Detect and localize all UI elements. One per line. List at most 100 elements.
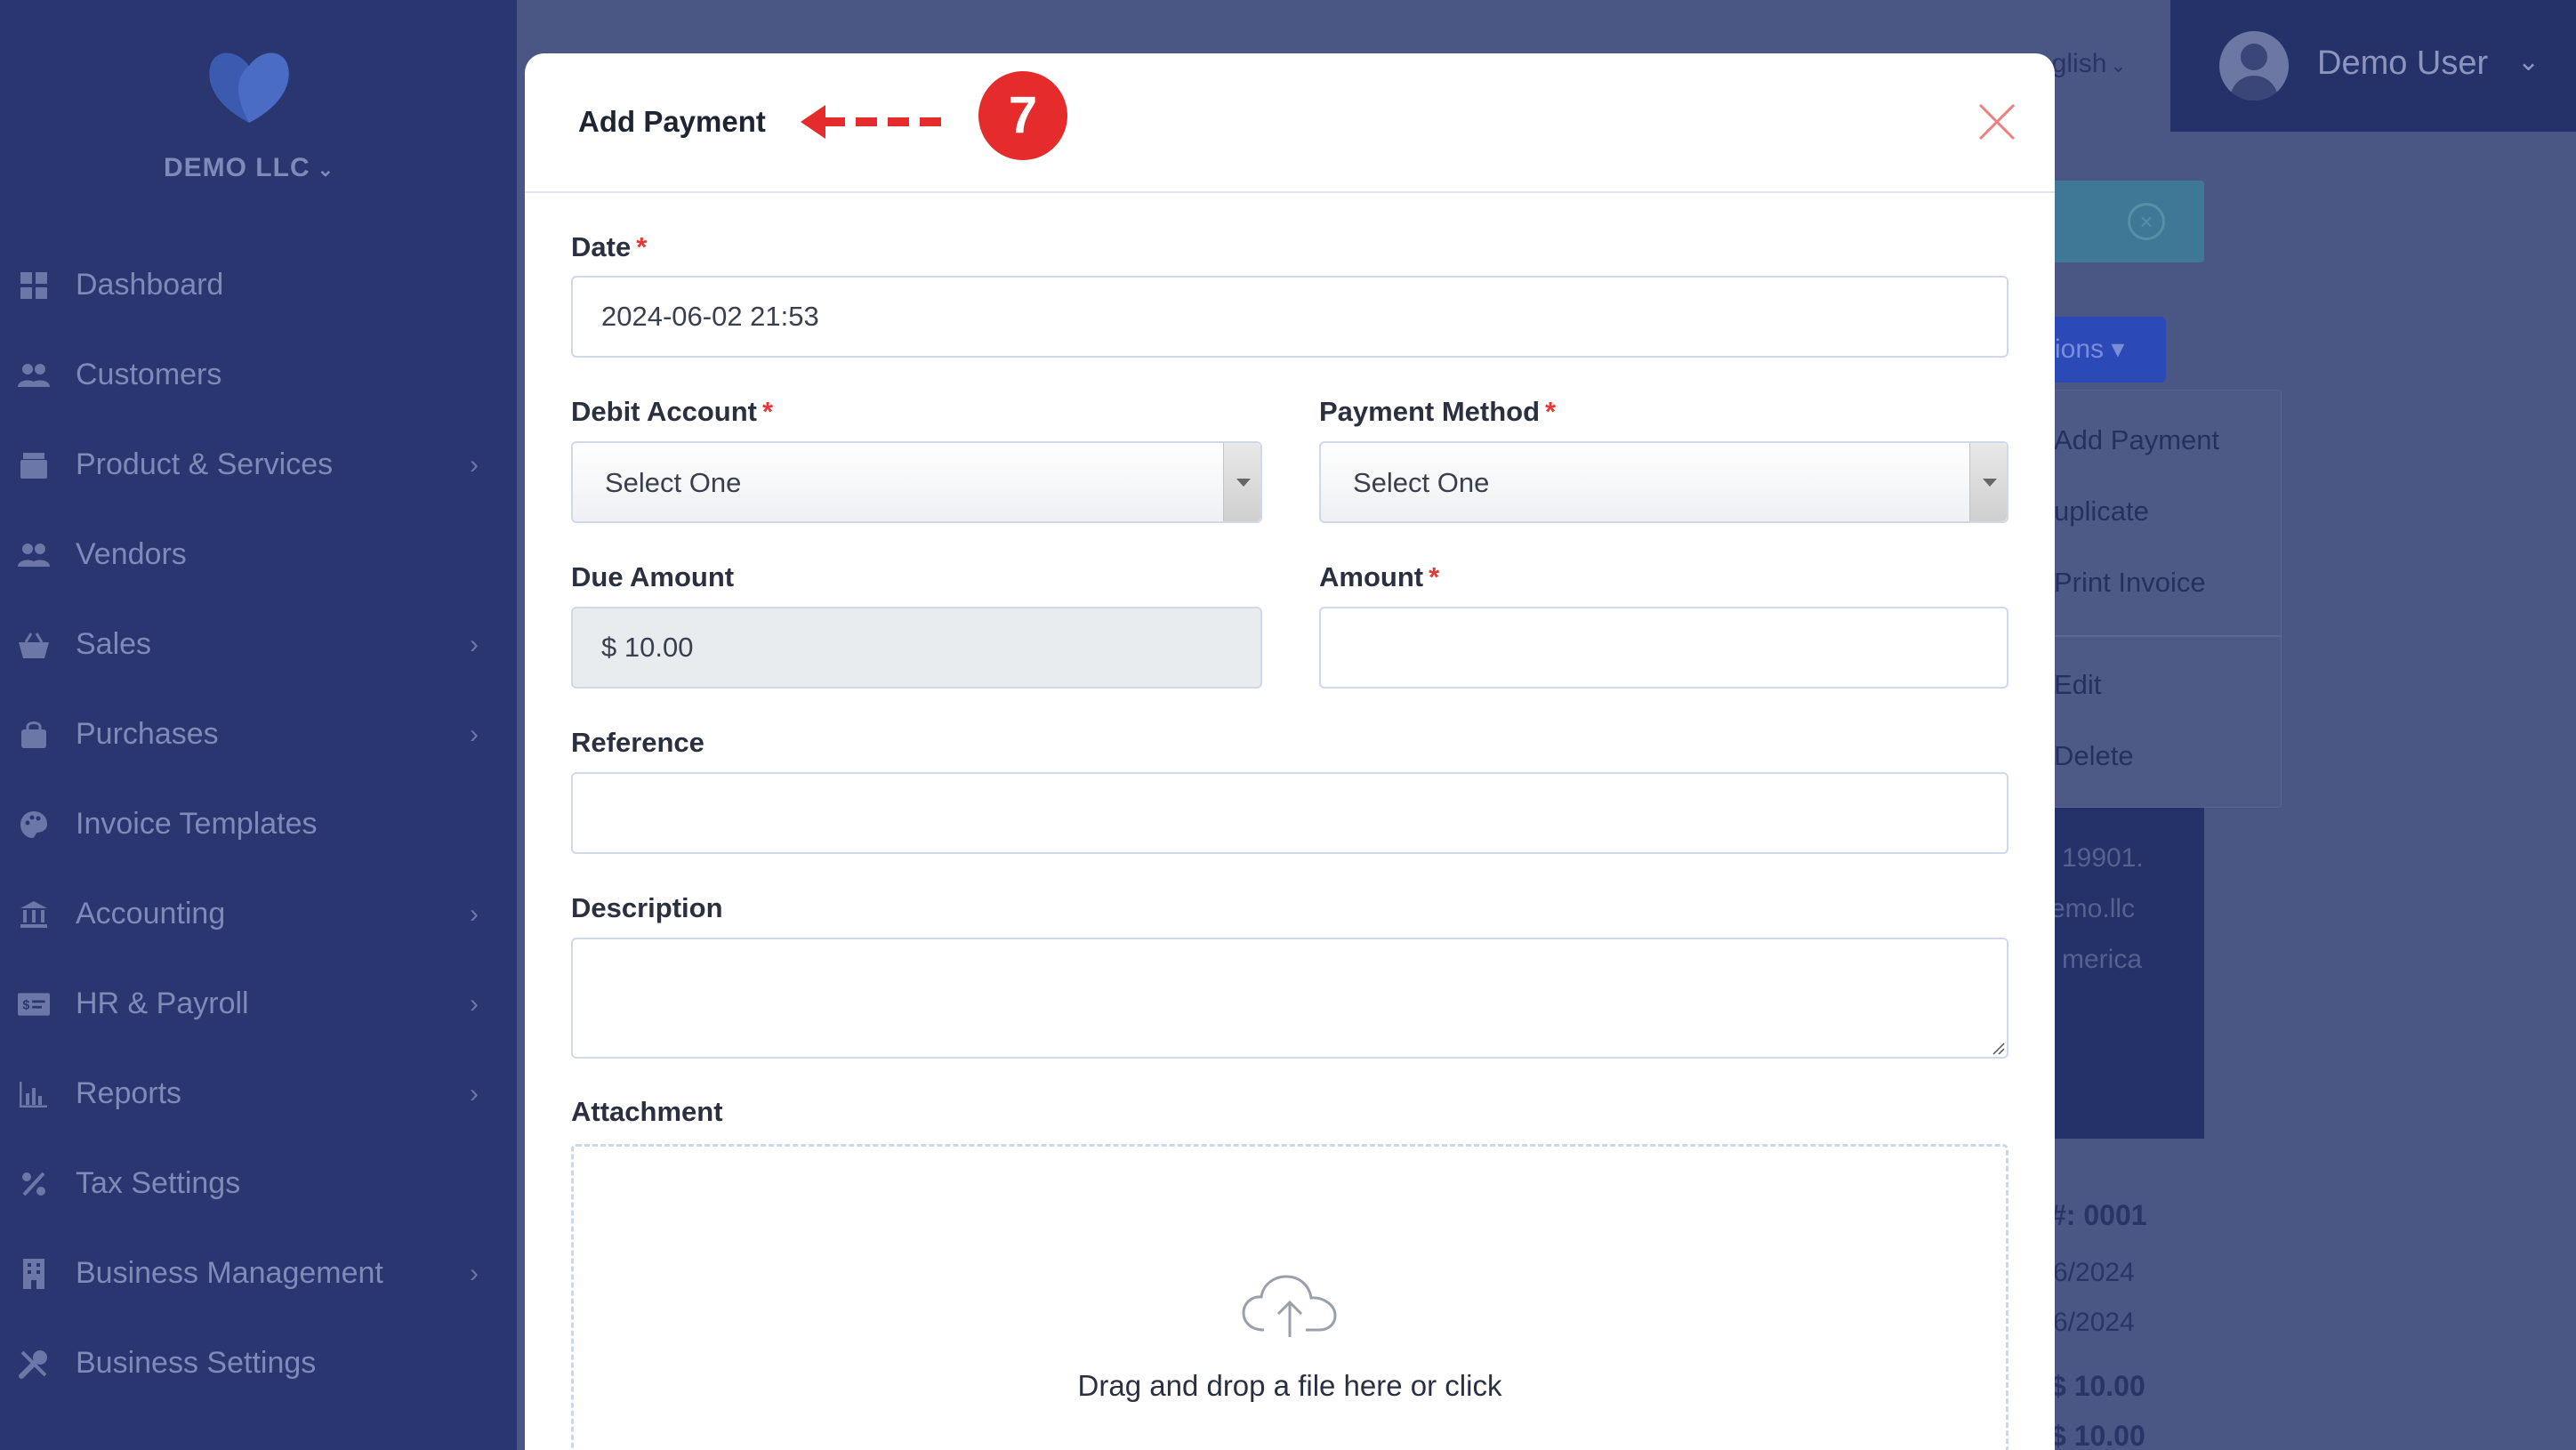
step-badge: 7 [978, 71, 1067, 160]
svg-text:$: $ [22, 998, 29, 1012]
modal-header: Add Payment 7 [525, 53, 2055, 193]
menu-item-add-payment[interactable]: Add Payment [2054, 424, 2219, 456]
attachment-label: Attachment [571, 1096, 723, 1127]
dropdown-arrow-icon[interactable] [1969, 443, 2007, 521]
palette-icon [18, 809, 50, 841]
chevron-right-icon: › [470, 988, 479, 1019]
sidebar-item-accounting[interactable]: Accounting › [0, 869, 517, 959]
sidebar: DEMO LLC ⌄ Dashboard Customers Product & … [0, 0, 517, 1450]
invoice-due-date: 6/2024 [2053, 1308, 2135, 1337]
actions-label: ions [2055, 334, 2105, 364]
building-icon [18, 1258, 50, 1290]
payment-method-value: Select One [1353, 467, 1490, 498]
chevron-right-icon: › [470, 719, 479, 749]
sidebar-item-business-management[interactable]: Business Management › [0, 1228, 517, 1318]
sidebar-item-reports[interactable]: Reports › [0, 1049, 517, 1139]
chevron-right-icon: › [470, 898, 479, 929]
sidebar-item-label: Vendors [76, 537, 187, 571]
sidebar-item-product-services[interactable]: Product & Services › [0, 420, 517, 510]
cloud-upload-icon [1242, 1275, 1337, 1337]
company-name: DEMO LLC [163, 153, 310, 182]
sidebar-item-label: Sales [76, 627, 152, 661]
sidebar-item-invoice-templates[interactable]: Invoice Templates [0, 779, 517, 869]
modal-title: Add Payment [578, 105, 766, 138]
sidebar-item-label: Tax Settings [76, 1166, 241, 1200]
sidebar-item-tax-settings[interactable]: Tax Settings [0, 1139, 517, 1228]
chevron-down-icon: ⌄ [2110, 54, 2127, 77]
resize-handle-icon[interactable] [1989, 1039, 2005, 1055]
sidebar-item-purchases[interactable]: Purchases › [0, 689, 517, 779]
sidebar-item-label: Business Management [76, 1256, 383, 1290]
chevron-right-icon: › [470, 1258, 479, 1288]
date-label: Date * [571, 231, 648, 262]
chevron-right-icon: › [470, 1078, 479, 1108]
debit-account-select[interactable]: Select One [571, 441, 1262, 523]
bag-icon [18, 719, 50, 751]
invoice-number: #: 0001 [2050, 1199, 2147, 1231]
chevron-down-icon[interactable]: ⌄ [2517, 46, 2540, 77]
payment-method-label: Payment Method * [1319, 396, 1557, 427]
amount-label: Amount * [1319, 561, 1440, 592]
money-icon: $ [18, 988, 50, 1020]
chevron-down-icon: ⌄ [317, 158, 335, 181]
close-circle-icon[interactable]: × [2128, 203, 2165, 240]
debit-account-label: Debit Account * [571, 396, 774, 427]
menu-item-delete[interactable]: Delete [2054, 740, 2134, 772]
user-name[interactable]: Demo User [2317, 44, 2488, 83]
debit-account-value: Select One [605, 467, 742, 498]
amount-field[interactable] [1319, 607, 2008, 689]
sidebar-item-label: Purchases [76, 717, 219, 751]
sidebar-item-label: Customers [76, 358, 222, 391]
tools-icon [18, 1348, 50, 1380]
reference-field[interactable] [571, 772, 2008, 854]
sidebar-item-dashboard[interactable]: Dashboard [0, 240, 517, 330]
menu-item-print-invoice[interactable]: Print Invoice [2054, 567, 2206, 599]
sidebar-item-label: Reports [76, 1076, 182, 1110]
menu-divider [2038, 635, 2281, 637]
chevron-right-icon: › [470, 629, 479, 659]
avatar[interactable] [2219, 31, 2289, 101]
company-switcher[interactable]: DEMO LLC ⌄ [0, 153, 498, 183]
users-icon [18, 539, 50, 571]
bank-icon [18, 898, 50, 930]
add-payment-modal: Add Payment 7 Date* Debit Account* Selec… [525, 53, 2055, 1450]
sidebar-item-label: Dashboard [76, 268, 224, 302]
address-line: 19901. [2062, 843, 2144, 873]
sidebar-item-customers[interactable]: Customers [0, 330, 517, 420]
menu-item-edit[interactable]: Edit [2054, 669, 2101, 701]
caret-down-icon: ▾ [2111, 334, 2125, 364]
sidebar-item-vendors[interactable]: Vendors [0, 510, 517, 600]
box-icon [18, 449, 50, 481]
payment-method-select[interactable]: Select One [1319, 441, 2008, 523]
sidebar-item-sales[interactable]: Sales › [0, 600, 517, 689]
dropzone-text: Drag and drop a file here or click [1077, 1369, 1502, 1402]
due-amount-label: Due Amount [571, 561, 735, 592]
address-line: merica [2062, 945, 2143, 974]
due-amount-field [571, 607, 1262, 689]
menu-item-duplicate[interactable]: uplicate [2054, 495, 2149, 528]
sidebar-item-label: HR & Payroll [76, 987, 249, 1020]
file-dropzone[interactable]: Drag and drop a file here or click [571, 1144, 2008, 1450]
description-field[interactable] [571, 938, 2008, 1059]
basket-icon [18, 629, 50, 661]
sidebar-item-hr-payroll[interactable]: $ HR & Payroll › [0, 959, 517, 1049]
company-logo-icon [209, 52, 289, 123]
actions-button[interactable]: ions ▾ [2037, 317, 2166, 383]
close-icon[interactable] [1975, 100, 2019, 144]
chevron-right-icon: › [470, 449, 479, 479]
chart-icon [18, 1078, 50, 1110]
date-field[interactable] [571, 276, 2008, 358]
arrow-left-icon [801, 105, 941, 139]
dropdown-arrow-icon[interactable] [1223, 443, 1260, 521]
dashboard-icon [18, 270, 50, 302]
invoice-date: 6/2024 [2053, 1258, 2135, 1287]
sidebar-item-label: Product & Services [76, 447, 334, 481]
actions-dropdown: Add Payment uplicate Print Invoice Edit … [2037, 390, 2282, 808]
sidebar-item-label: Business Settings [76, 1346, 317, 1380]
sidebar-item-business-settings[interactable]: Business Settings [0, 1318, 517, 1408]
users-icon [18, 359, 50, 391]
sidebar-item-label: Invoice Templates [76, 807, 318, 841]
sidebar-item-label: Accounting [76, 897, 226, 930]
reference-label: Reference [571, 727, 704, 758]
invoice-total: $ 10.00 [2050, 1370, 2145, 1402]
